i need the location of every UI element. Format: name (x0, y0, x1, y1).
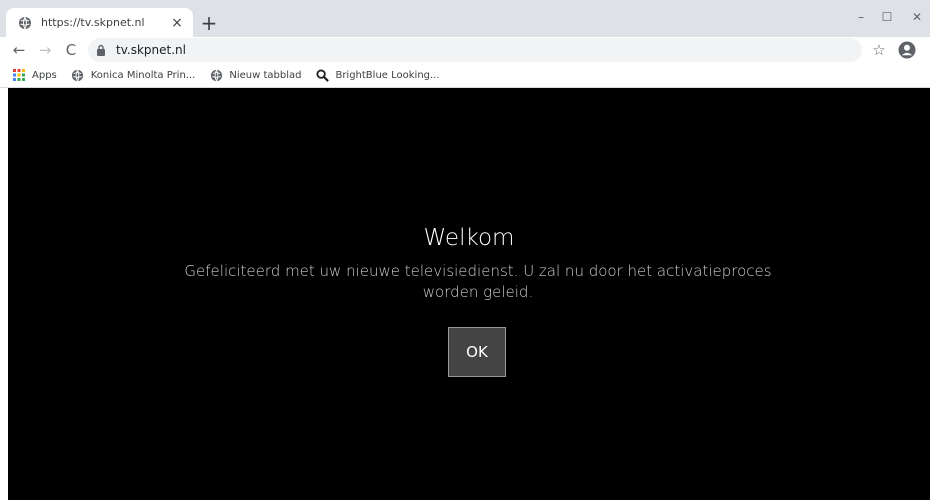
profile-avatar-icon[interactable] (897, 40, 917, 60)
address-bar[interactable]: tv.skpnet.nl (88, 38, 862, 62)
browser-window: https://tv.skpnet.nl × + – ☐ ✕ ← → C tv.… (0, 0, 930, 500)
reload-button[interactable]: C (60, 39, 82, 61)
lock-icon[interactable] (94, 43, 108, 57)
globe-icon (209, 68, 223, 82)
close-window-button[interactable]: ✕ (904, 6, 930, 28)
browser-tab[interactable]: https://tv.skpnet.nl × (6, 8, 193, 37)
welcome-title: Welkom (423, 225, 515, 251)
globe-icon (71, 68, 85, 82)
browser-toolbar: ← → C tv.skpnet.nl ☆ (0, 37, 930, 63)
bookmark-star-icon[interactable]: ☆ (869, 40, 889, 60)
bookmark-label: BrightBlue Looking... (335, 69, 440, 81)
tab-title: https://tv.skpnet.nl (41, 16, 145, 29)
apps-grid-icon (12, 68, 26, 82)
bookmarks-bar: Apps Konica Minolta Prin... Nieuw tabbla… (0, 63, 930, 88)
bookmark-konica-minolta[interactable]: Konica Minolta Prin... (71, 68, 196, 82)
ok-button[interactable]: OK (448, 327, 506, 377)
minimize-button[interactable]: – (848, 6, 874, 28)
globe-icon (17, 15, 33, 31)
welcome-message: Gefeliciteerd met uw nieuwe televisiedie… (184, 262, 772, 301)
bookmark-label: Konica Minolta Prin... (90, 69, 196, 81)
tab-strip: https://tv.skpnet.nl × + – ☐ ✕ (0, 0, 930, 37)
page-content: Welkom Gefeliciteerd met uw nieuwe telev… (8, 88, 930, 500)
search-icon (315, 68, 329, 82)
maximize-button[interactable]: ☐ (874, 6, 900, 28)
bookmark-brightblue[interactable]: BrightBlue Looking... (315, 68, 440, 82)
back-button[interactable]: ← (8, 39, 30, 61)
bookmark-nieuw-tabblad[interactable]: Nieuw tabblad (209, 68, 301, 82)
bookmark-apps[interactable]: Apps (12, 68, 57, 82)
bookmark-label: Nieuw tabblad (229, 69, 302, 81)
bookmark-label: Apps (32, 69, 57, 81)
tab-close-icon[interactable]: × (169, 15, 185, 31)
forward-button[interactable]: → (34, 39, 56, 61)
address-url: tv.skpnet.nl (116, 43, 186, 57)
new-tab-button[interactable]: + (198, 13, 220, 35)
